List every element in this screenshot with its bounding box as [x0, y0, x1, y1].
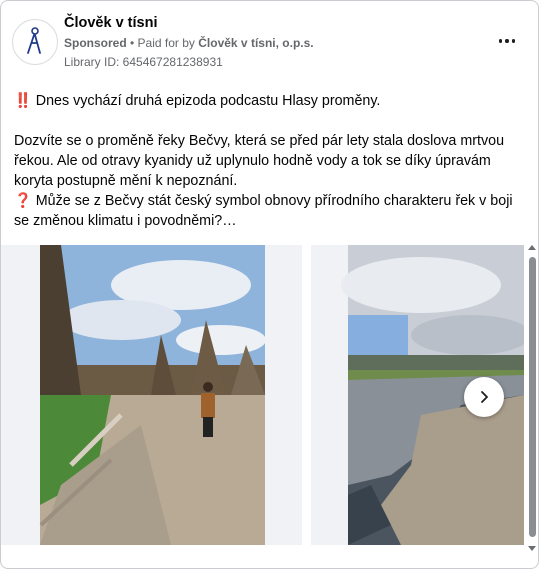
scrollbar[interactable]	[525, 241, 538, 557]
chevron-right-icon	[481, 391, 488, 403]
sponsored-label: Sponsored	[64, 36, 127, 50]
more-options-icon[interactable]	[495, 31, 519, 51]
paid-for-prefix: • Paid for by	[126, 36, 199, 50]
paid-for-by-link[interactable]: Člověk v tísni, o.p.s.	[198, 36, 313, 50]
scroll-up-arrow-icon[interactable]	[527, 243, 537, 251]
page-name-link[interactable]: Člověk v tísni	[64, 15, 157, 31]
post-paragraph-2: Dozvíte se o proměně řeky Bečvy, která s…	[14, 133, 509, 189]
image-carousel[interactable]	[1, 245, 538, 545]
library-id: Library ID: 645467281238931	[64, 55, 223, 69]
carousel-next-button[interactable]	[464, 377, 504, 417]
scroll-down-arrow-icon[interactable]	[527, 545, 537, 553]
post-text: ‼️ Dnes vychází druhá epizoda podcastu H…	[14, 91, 526, 231]
post-paragraph-3: ❓ Může se z Bečvy stát český symbol obno…	[14, 193, 517, 229]
scrollbar-thumb[interactable]	[529, 257, 536, 537]
carousel-slide-1[interactable]	[1, 245, 302, 545]
ad-card: Člověk v tísni Sponsored • Paid for by Č…	[0, 0, 539, 569]
page-avatar[interactable]	[12, 19, 58, 65]
post-line-1: ‼️ Dnes vychází druhá epizoda podcastu H…	[14, 93, 381, 109]
river-bank-photo	[1, 245, 302, 545]
person-logo-icon	[27, 27, 41, 54]
sponsored-line: Sponsored • Paid for by Člověk v tísni, …	[64, 36, 314, 50]
